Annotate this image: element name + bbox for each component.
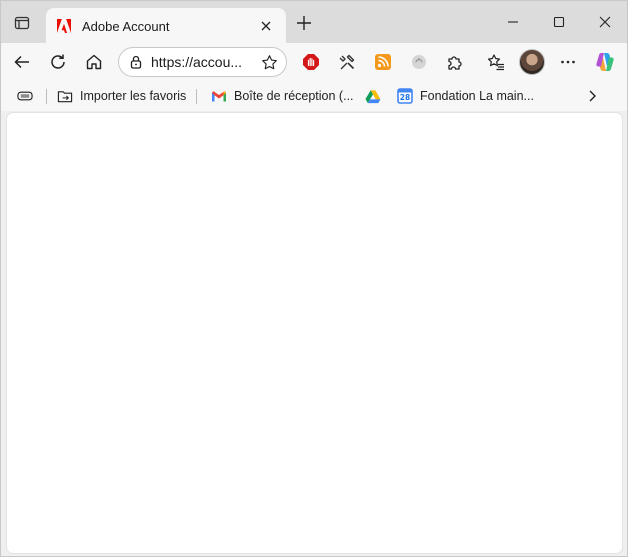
bookmark-label: Boîte de réception (... [234,89,354,103]
tools-icon [339,54,355,70]
bookmark-import-favorites[interactable]: Importer les favoris [57,86,186,106]
url-text: https://accou... [151,54,243,70]
back-arrow-icon [14,55,29,69]
home-button[interactable] [80,48,108,76]
refresh-icon [51,54,65,69]
google-drive-icon [365,88,381,104]
tab-title: Adobe Account [82,18,170,34]
calendar-day-number: 28 [399,93,411,102]
feed-extension-button[interactable] [369,48,397,76]
bookmark-label: Importer les favoris [80,89,187,103]
close-window-button[interactable] [585,7,625,37]
site-info-lock-icon[interactable] [129,55,143,69]
tab-adobe-account[interactable]: Adobe Account [46,8,286,44]
refresh-button[interactable] [44,48,72,76]
browser-window: Adobe Account https://accou... Importer … [0,0,628,557]
copilot-button[interactable] [591,48,619,76]
bookmark-label: Fondation La main... [420,89,534,103]
page-content-area[interactable] [6,112,623,554]
extension-puzzle-gray-icon [412,55,426,69]
bookmark-google-drive[interactable] [365,86,388,106]
bookmark-gmail-inbox[interactable]: Boîte de réception (... [211,86,354,106]
bookmarks-bar: Importer les favoris Boîte de réception … [1,81,627,111]
tab-close-button[interactable] [256,16,276,36]
minimize-icon [508,21,518,23]
bookmarks-separator [196,89,197,104]
adblock-stop-icon [303,54,319,70]
favorite-star-icon[interactable] [261,54,278,71]
tab-actions-button[interactable] [9,10,35,36]
adobe-logo-icon [56,18,72,34]
adblock-extension-button[interactable] [297,48,325,76]
close-icon [261,21,271,31]
extensions-button[interactable] [441,48,469,76]
maximize-icon [553,16,565,28]
gmail-icon [211,88,227,104]
minimize-button[interactable] [493,7,533,37]
address-bar[interactable]: https://accou... [118,47,287,77]
new-tab-button[interactable] [291,10,317,36]
title-bar: Adobe Account [1,1,627,44]
chevron-right-icon [584,88,600,104]
close-icon [599,16,611,28]
bookmarks-separator [46,89,47,104]
reading-mode-button[interactable] [17,86,40,106]
profile-avatar[interactable] [519,49,545,75]
import-favorites-icon [57,88,73,104]
settings-more-button[interactable] [554,48,582,76]
collections-icon [17,88,33,104]
google-calendar-icon: 28 [397,88,413,104]
home-icon [86,54,102,70]
disabled-extension-button[interactable] [405,48,433,76]
favorites-button[interactable] [482,48,510,76]
tab-actions-icon [14,16,30,30]
favorites-star-list-icon [487,54,504,71]
navigation-toolbar: https://accou... [1,43,627,81]
more-dots-icon [561,60,575,64]
back-button[interactable] [8,48,36,76]
plus-icon [297,16,311,30]
bookmark-fondation[interactable]: 28 Fondation La main... [397,86,534,106]
puzzle-icon [448,56,462,70]
more-bookmarks-button[interactable] [584,86,607,106]
tools-extension-button[interactable] [333,48,361,76]
rss-extension-icon [375,54,391,70]
copilot-icon [596,53,614,71]
maximize-button[interactable] [539,7,579,37]
